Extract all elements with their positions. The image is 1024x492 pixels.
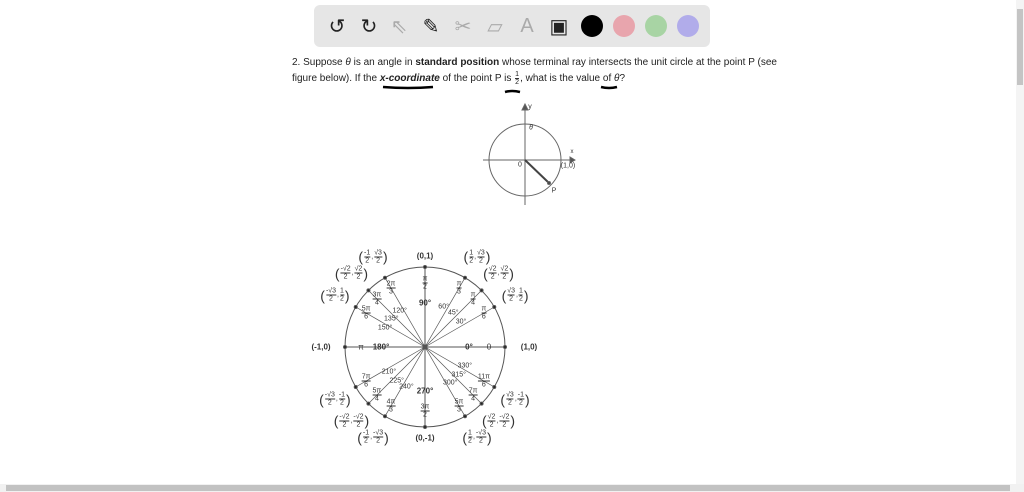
angle-point (479, 288, 484, 293)
coordinate-label: (√2 2, -√2 2) (481, 412, 516, 429)
coordinate-label: (-√2 2, -√2 2) (333, 412, 370, 429)
scroll-thumb[interactable] (1017, 9, 1023, 85)
degree-label: 135° (384, 315, 399, 323)
handwritten-underline (504, 89, 521, 94)
axis-point (343, 345, 347, 349)
angle-point (463, 414, 467, 419)
coordinate-label: (1,0) (520, 342, 538, 352)
degree-label: 180° (372, 342, 390, 352)
degree-label: 60° (438, 303, 449, 311)
angle-point (353, 305, 358, 309)
y-label: y (528, 103, 532, 111)
coordinate-label: (-1,0) (311, 342, 331, 352)
radian-label: 0 (486, 342, 492, 352)
handwritten-underline (382, 85, 434, 90)
point-label: (1,0) (560, 162, 576, 170)
degree-label: 120° (392, 307, 407, 315)
radian-label: π (358, 342, 364, 352)
angle-point (366, 288, 371, 293)
vertical-scrollbar[interactable] (1016, 0, 1024, 484)
degree-label: 240° (399, 383, 414, 391)
coordinate-label: (√3 2, 1 2) (501, 287, 529, 303)
degree-label: 315° (451, 371, 466, 379)
P-label: P (551, 187, 557, 195)
coordinate-label: (-1 2, -√3 2) (357, 429, 389, 446)
angle-point (463, 275, 467, 280)
angle-point (383, 414, 387, 419)
terminal-ray (524, 159, 550, 184)
coordinate-label: (√3 2, -1 2) (500, 391, 530, 407)
radian-label: 2π 3 (386, 280, 396, 296)
coordinate-label: (1 2, √3 2) (463, 248, 491, 265)
radian-label: 11π 6 (477, 373, 490, 389)
scroll-thumb[interactable] (6, 485, 1010, 491)
angle-point (383, 275, 387, 280)
axis-point (423, 265, 427, 269)
arrow-icon (521, 102, 529, 111)
coordinate-label: (-√3 2, -1 2) (319, 391, 351, 407)
angle-point (366, 401, 371, 406)
angle-point (353, 385, 358, 389)
angle-point (479, 401, 484, 406)
radian-label: π2 (422, 275, 428, 291)
degree-label: 30° (455, 318, 467, 326)
degree-label: 45° (447, 309, 459, 317)
x-label: x (570, 149, 574, 155)
coordinate-label: (-√2 2, √2 2) (334, 265, 369, 282)
degree-label: 90° (418, 298, 432, 308)
angle-point (492, 385, 497, 389)
coordinate-label: (-√3 2, 1 2) (320, 287, 350, 303)
radian-label: π6 (481, 305, 487, 321)
radian-label: π3 (456, 280, 462, 296)
small-figure (483, 102, 576, 205)
degree-label: 0° (465, 342, 473, 352)
radian-label: 3π 4 (372, 291, 382, 307)
point-P (547, 181, 551, 185)
radian-label: 4π 3 (386, 398, 396, 414)
radian-label: 5π 6 (361, 305, 371, 321)
horizontal-scrollbar[interactable] (0, 484, 1024, 492)
axis-point (503, 345, 507, 349)
radian-label: 3π 2 (420, 403, 430, 419)
degree-label: 270° (416, 386, 434, 396)
radian-label: 5π 4 (372, 387, 382, 403)
axis-point (423, 425, 427, 429)
angle-point (492, 305, 497, 309)
coordinate-label: (-1 2, √3 2) (358, 248, 388, 265)
radian-label: 7π 4 (468, 387, 478, 403)
theta-label: θ (529, 124, 533, 132)
coordinate-label: (√2 2, √2 2) (483, 265, 514, 282)
radian-label: 5π 3 (454, 398, 464, 414)
degree-label: 330° (457, 362, 473, 370)
origin-label: 0 (518, 161, 522, 169)
coordinate-label: (0,-1) (415, 433, 435, 443)
coordinate-label: (1 2, -√3 2) (462, 429, 492, 446)
radian-label: π4 (470, 291, 476, 307)
degree-label: 150° (377, 324, 393, 332)
coordinate-label: (0,1) (416, 251, 434, 261)
degree-label: 210° (381, 368, 397, 376)
degree-label: 300° (442, 379, 458, 387)
handwritten-underline (600, 85, 618, 90)
radian-label: 7π 6 (361, 373, 371, 389)
